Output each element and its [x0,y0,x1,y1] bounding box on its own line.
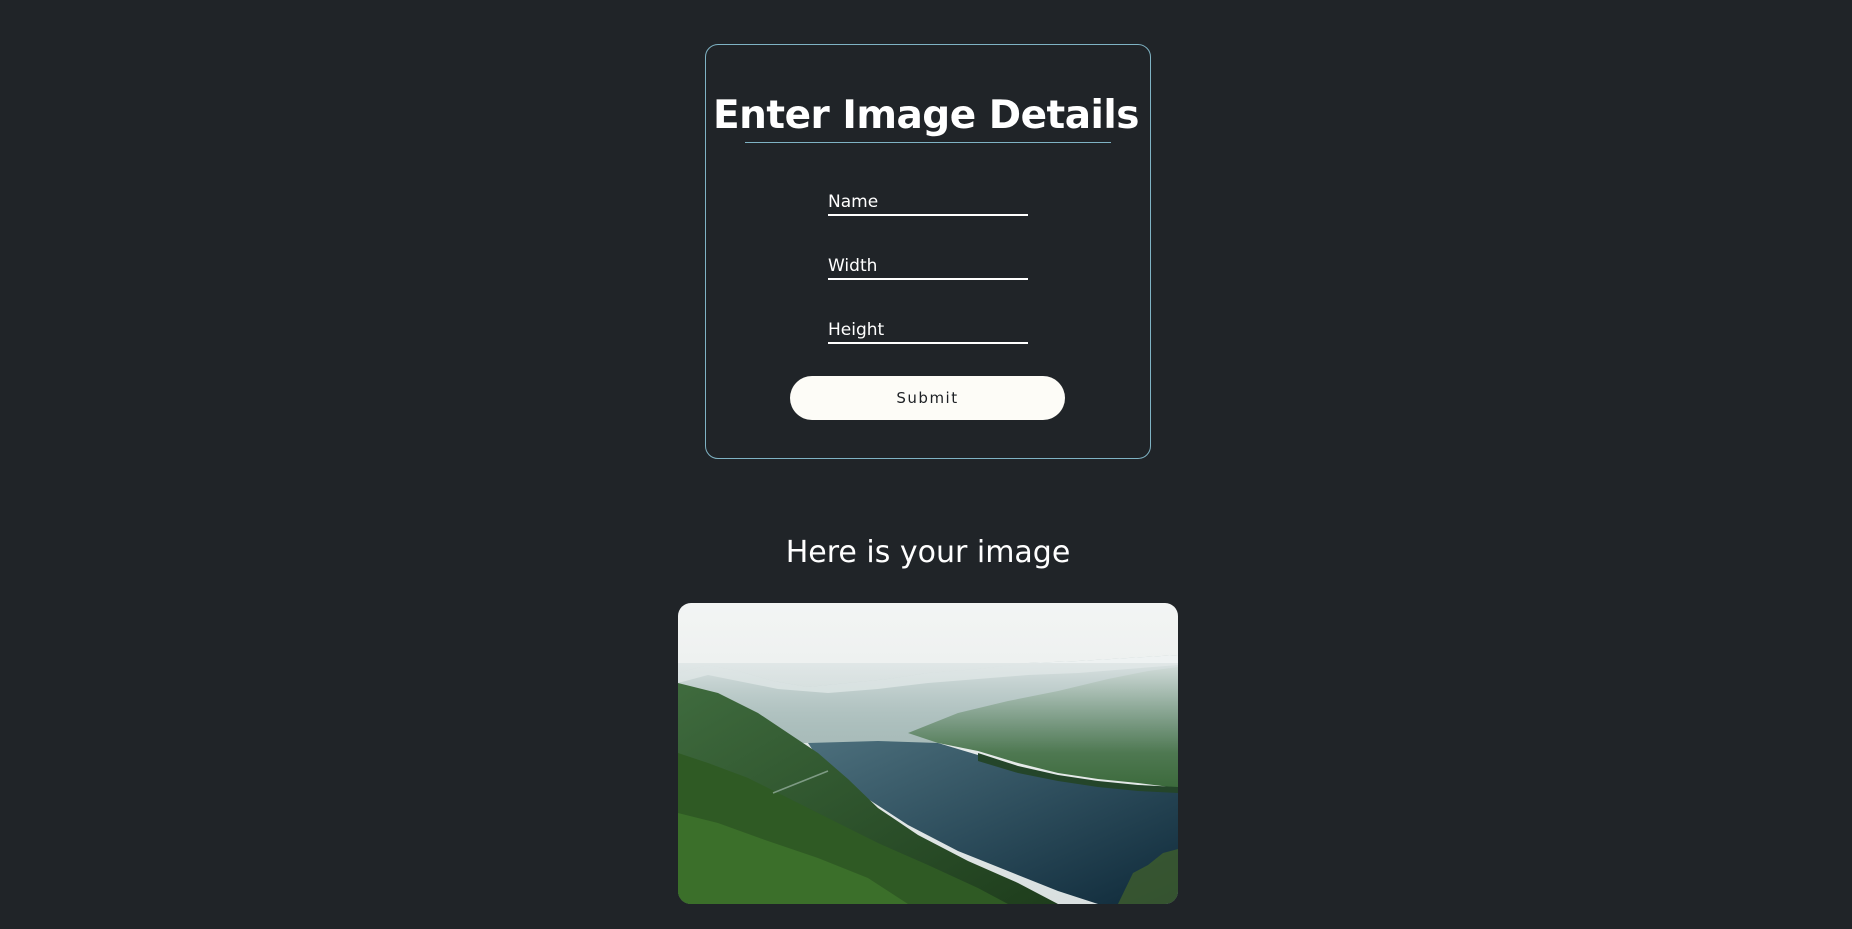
form-title: Enter Image Details [713,93,1139,138]
result-image [678,603,1178,904]
page: Enter Image Details Submit Here is your … [0,0,1852,929]
landscape-photo [678,603,1178,904]
submit-button[interactable]: Submit [790,376,1065,420]
width-input[interactable] [828,254,1028,280]
result-heading: Here is your image [785,535,1071,570]
name-input[interactable] [828,190,1028,216]
height-input[interactable] [828,318,1028,344]
title-underline [745,142,1111,143]
